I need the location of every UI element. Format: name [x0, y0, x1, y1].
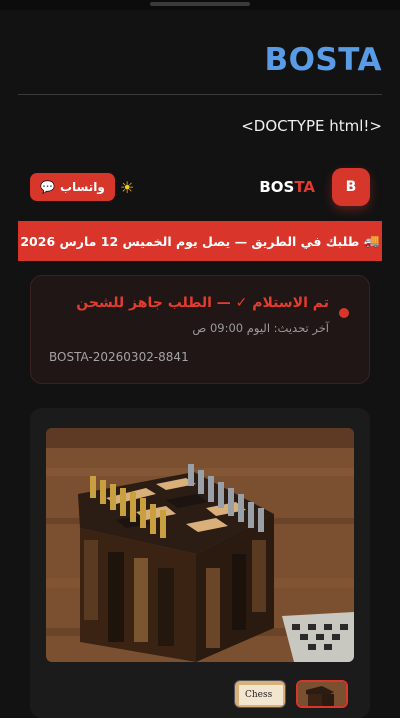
logo-wordmark[interactable]: BOSTA	[259, 178, 315, 196]
sun-icon[interactable]: ☀	[120, 178, 134, 197]
status-indicator-dot	[339, 308, 349, 318]
doctype-text: <DOCTYPE html!>	[241, 117, 382, 135]
logo-badge[interactable]: B	[332, 168, 370, 206]
app-header: B BOSTA ☀ 💬 واتساب	[30, 168, 370, 208]
chat-bubble-icon: 💬	[40, 180, 55, 194]
status-title: تم الاستلام ✓ — الطلب جاهز للشحن	[76, 295, 329, 311]
delivery-banner-text: طلبك في الطريق — يصل يوم الخميس 12 مارس …	[20, 233, 360, 249]
status-bar	[0, 0, 400, 10]
tracking-number: BOSTA-20260302-8841	[49, 350, 189, 364]
product-gallery: Chess	[30, 408, 370, 718]
divider	[18, 94, 382, 95]
logo-text-accent: TA	[294, 178, 315, 196]
page-brand-title: BOSTA	[264, 42, 382, 78]
order-status-card: تم الاستلام ✓ — الطلب جاهز للشحن آخر تحد…	[30, 275, 370, 384]
main-product-image[interactable]	[46, 428, 354, 662]
status-bar-pill	[150, 2, 250, 6]
thumbnail-chess-box-label: Chess	[245, 690, 273, 700]
last-update-text: آخر تحديث: اليوم 09:00 ص	[192, 321, 329, 335]
logo-text-main: BOS	[259, 178, 295, 196]
whatsapp-button[interactable]: 💬 واتساب	[30, 173, 115, 201]
truck-icon: 🚚	[363, 233, 380, 249]
delivery-banner: 🚚 طلبك في الطريق — يصل يوم الخميس 12 مار…	[18, 221, 382, 261]
whatsapp-label: واتساب	[59, 180, 105, 194]
